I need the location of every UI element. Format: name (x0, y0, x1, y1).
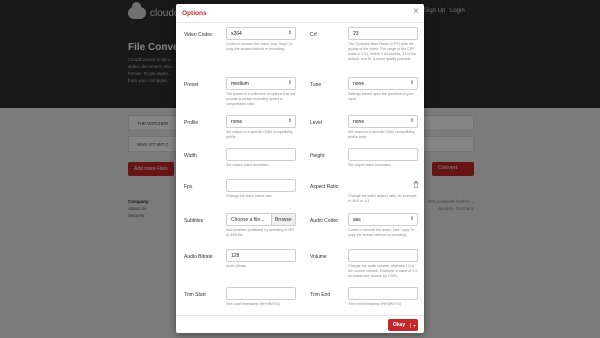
subtitles-label: Subtitles (184, 218, 204, 224)
level-label: Level (310, 120, 322, 126)
close-icon[interactable]: × (413, 7, 419, 17)
aspect-ratio-label: Aspect Ratio (310, 184, 339, 190)
trim-start-label: Trim Start (184, 292, 206, 298)
crf-help: The Constant Rate Factor (CRF) sets the … (348, 42, 416, 61)
audio-codec-help: Codec to encode the audio. Use "copy" to… (348, 228, 415, 237)
level-select[interactable]: none ⇕ (348, 115, 418, 128)
select-caret-icon: ⇕ (287, 118, 292, 124)
aspect-ratio-help: Change the video aspect ratio, for examp… (348, 194, 417, 203)
profile-help: Set output to a specific H264 compatibil… (226, 130, 293, 139)
preset-select[interactable]: medium ⇕ (226, 77, 296, 90)
select-caret-icon: ⇕ (287, 30, 292, 36)
tune-select[interactable]: none ⇕ (348, 77, 418, 90)
trim-end-help: Trim end timestamp (HH:MM:SS) (348, 302, 401, 306)
volume-label: Volume (310, 254, 327, 260)
width-label: Width (184, 153, 197, 159)
fps-input[interactable] (226, 179, 296, 192)
fps-help: Change the video frame rate. (226, 194, 273, 198)
video-codec-help: Codec to encode the video. Use "copy" to… (226, 42, 293, 51)
select-caret-icon: ⇕ (409, 80, 414, 86)
trash-icon[interactable] (413, 181, 419, 190)
crf-input[interactable]: 23 (348, 27, 418, 40)
profile-select[interactable]: none ⇕ (226, 115, 296, 128)
dialog-title: Options (182, 10, 207, 17)
trim-start-input[interactable] (226, 287, 296, 300)
trim-start-help: Trim start timestamp (HH:MM:SS) (226, 302, 280, 306)
height-help: Set output video resolution. (348, 163, 392, 167)
okay-label: Okay (392, 322, 406, 328)
profile-label: Profile (184, 120, 199, 126)
subtitles-help: Add subtitles (softsubs) by selecting a … (226, 228, 295, 237)
audio-codec-select[interactable]: aac ⇕ (348, 213, 418, 226)
fps-label: Fps (184, 184, 193, 190)
dialog-footer: Okay ▾ (176, 315, 424, 333)
tune-help: Settings based upon the specifics of you… (348, 92, 414, 101)
options-dialog: Options × Video Codec x264 ⇕ Codec to en… (176, 4, 424, 333)
tune-label: Tune (310, 82, 322, 88)
audio-codec-label: Audio Codec (310, 218, 339, 224)
volume-input[interactable] (348, 249, 418, 262)
audio-bitrate-input[interactable]: 128 (226, 249, 296, 262)
browse-button[interactable]: Browse (271, 214, 295, 225)
preset-help: The preset is a collection of options th… (226, 92, 296, 106)
video-codec-label: Video Codec (184, 32, 213, 38)
level-help: Set output to a specific H264 compatibil… (348, 130, 415, 139)
audio-bitrate-help: Audio bitrate. (226, 264, 248, 268)
select-caret-icon: ⇕ (409, 118, 414, 124)
width-help: Set output video resolution. (226, 163, 270, 167)
height-input[interactable] (348, 148, 418, 161)
trim-end-input[interactable] (348, 287, 418, 300)
volume-help: Change the audio volume, whereas 1.0 is … (348, 264, 418, 278)
trim-end-label: Trim End (310, 292, 331, 298)
select-caret-icon: ⇕ (287, 80, 292, 86)
subtitles-file-input[interactable]: Choose a file... Browse (226, 213, 296, 226)
crf-label: Crf (310, 32, 317, 38)
chevron-down-icon[interactable]: ▾ (410, 322, 418, 328)
preset-label: Preset (184, 82, 199, 88)
subtitles-file-name: Choose a file... (231, 217, 265, 223)
okay-button[interactable]: Okay ▾ (388, 319, 418, 331)
width-input[interactable] (226, 148, 296, 161)
video-codec-select[interactable]: x264 ⇕ (226, 27, 296, 40)
audio-bitrate-label: Audio Bitrate (184, 254, 213, 260)
dialog-header: Options × (176, 4, 424, 23)
select-caret-icon: ⇕ (409, 216, 414, 222)
height-label: Height (310, 153, 325, 159)
